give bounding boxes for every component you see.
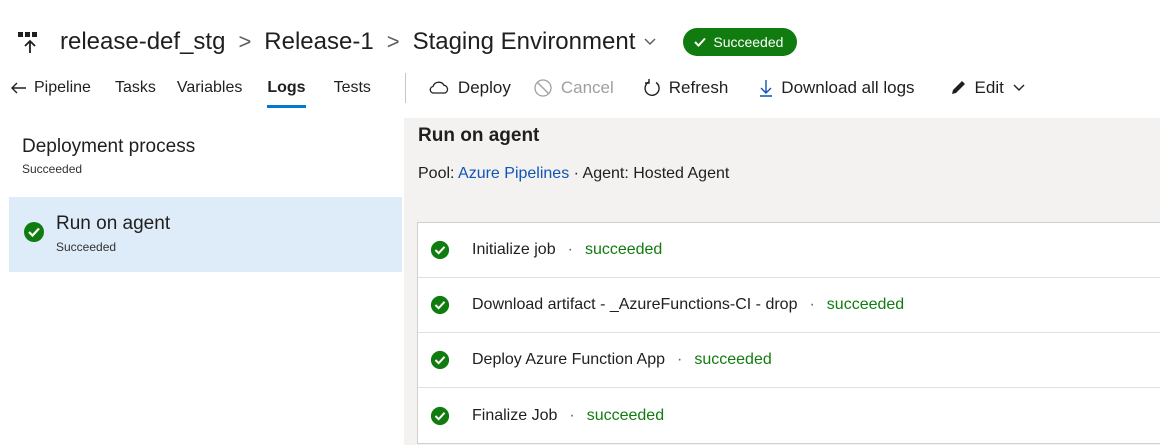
back-to-pipeline-link[interactable]: Pipeline: [10, 68, 91, 108]
deploy-button[interactable]: Deploy: [428, 68, 511, 108]
job-title: Run on agent: [418, 125, 540, 146]
refresh-label: Refresh: [668, 78, 729, 97]
download-icon: [759, 79, 773, 97]
chevron-right-icon: >: [238, 29, 252, 54]
job-steps-list: Initialize job · succeeded Download arti…: [417, 222, 1160, 444]
step-row[interactable]: Deploy Azure Function App · succeeded: [418, 333, 1160, 388]
refresh-button[interactable]: Refresh: [643, 68, 729, 108]
chevron-down-icon: [1013, 84, 1025, 91]
pool-link[interactable]: Azure Pipelines: [458, 165, 569, 182]
job-pool-info: Pool: Azure Pipelines · Agent: Hosted Ag…: [418, 165, 729, 183]
pencil-icon: [949, 79, 967, 97]
download-all-logs-label: Download all logs: [781, 78, 915, 97]
cancel-label: Cancel: [560, 78, 614, 97]
arrow-left-icon: [11, 82, 26, 94]
download-all-logs-button[interactable]: Download all logs: [759, 68, 915, 108]
release-icon: [18, 28, 42, 56]
tab-tasks[interactable]: Tasks: [115, 68, 156, 108]
sidebar-item-status: Succeeded: [56, 240, 117, 254]
deployment-process-header[interactable]: Deployment process Succeeded: [22, 136, 195, 176]
toolbar: Pipeline Tasks Variables Logs Tests Depl…: [0, 68, 1026, 108]
checkmark-icon: [694, 37, 707, 47]
step-status: succeeded: [826, 296, 905, 313]
step-row[interactable]: Finalize Job · succeeded: [418, 388, 1160, 443]
step-name: Initialize job: [472, 241, 556, 258]
tab-logs[interactable]: Logs: [267, 68, 306, 108]
cancel-icon: [533, 78, 553, 98]
success-check-icon: [24, 222, 44, 242]
step-separator: ·: [677, 351, 683, 368]
sidebar-item-label: Run on agent: [56, 213, 171, 234]
step-name: Deploy Azure Function App: [472, 351, 666, 368]
cancel-button[interactable]: Cancel: [533, 68, 614, 108]
title-bar: release-def_stg > Release-1 > Staging En…: [18, 22, 798, 62]
deployment-process-panel: Deployment process Succeeded Run on agen…: [0, 118, 404, 445]
step-row[interactable]: Download artifact - _AzureFunctions-CI -…: [418, 278, 1160, 333]
status-badge: Succeeded: [683, 28, 798, 56]
deploy-label: Deploy: [457, 78, 511, 97]
breadcrumb-environment[interactable]: Staging Environment: [413, 28, 636, 56]
tab-variables[interactable]: Variables: [177, 68, 243, 108]
chevron-down-icon[interactable]: [643, 37, 657, 47]
tab-tests[interactable]: Tests: [334, 68, 371, 108]
chevron-right-icon: >: [386, 29, 400, 54]
refresh-icon: [643, 78, 661, 98]
deployment-process-title: Deployment process: [22, 136, 196, 157]
step-name: Download artifact - _AzureFunctions-CI -…: [472, 296, 798, 313]
status-badge-label: Succeeded: [713, 34, 784, 50]
breadcrumb-release[interactable]: Release-1: [264, 28, 373, 56]
step-separator: ·: [809, 296, 815, 313]
step-separator: ·: [567, 241, 573, 258]
step-status: succeeded: [584, 241, 663, 258]
edit-label: Edit: [974, 78, 1004, 97]
breadcrumb-release-definition[interactable]: release-def_stg: [60, 28, 225, 56]
step-status: succeeded: [694, 351, 772, 368]
step-name: Finalize Job: [472, 406, 558, 424]
step-separator: ·: [569, 406, 575, 424]
deployment-process-status: Succeeded: [22, 162, 83, 176]
edit-button[interactable]: Edit: [949, 68, 1026, 108]
pool-label: Pool:: [418, 165, 455, 182]
step-row[interactable]: Initialize job · succeeded: [418, 223, 1160, 278]
success-check-icon: [430, 295, 450, 315]
agent-info: · Agent: Hosted Agent: [573, 165, 730, 182]
sidebar-item-run-on-agent[interactable]: Run on agent Succeeded: [9, 197, 402, 272]
toolbar-divider: [404, 73, 406, 103]
step-status: succeeded: [586, 406, 665, 424]
back-label: Pipeline: [34, 79, 91, 96]
cloud-icon: [428, 81, 450, 95]
job-log-panel: Run on agent Pool: Azure Pipelines · Age…: [404, 118, 1160, 445]
success-check-icon: [430, 240, 450, 260]
success-check-icon: [430, 406, 450, 426]
success-check-icon: [430, 350, 450, 370]
release-header: release-def_stg > Release-1 > Staging En…: [0, 0, 1160, 118]
